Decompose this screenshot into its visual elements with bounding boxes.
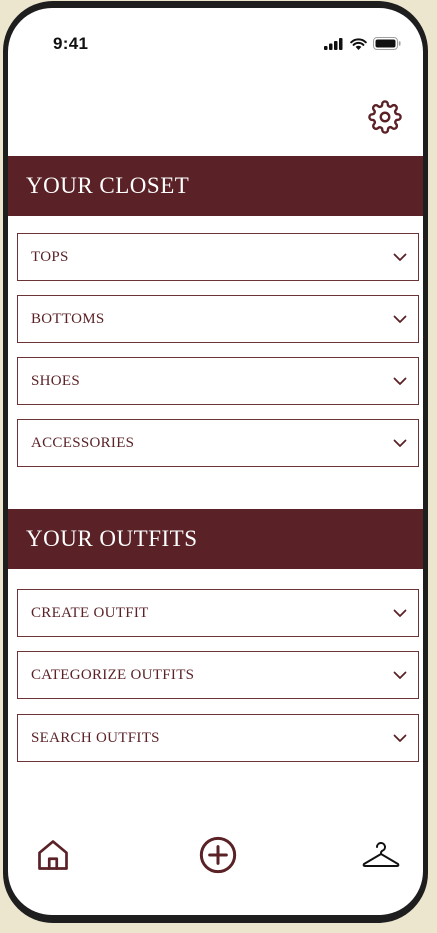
wifi-icon xyxy=(350,37,367,55)
signal-icon xyxy=(324,37,344,55)
closet-title: YOUR CLOSET xyxy=(26,173,190,198)
outfit-item-label: SEARCH OUTFITS xyxy=(31,729,160,746)
closet-item-accessories[interactable]: ACCESSORIES xyxy=(17,419,419,467)
chevron-down-icon xyxy=(392,311,408,327)
closet-item-label: ACCESSORIES xyxy=(31,434,135,451)
add-circle-icon xyxy=(198,835,238,880)
closet-item-label: TOPS xyxy=(31,248,69,265)
closet-item-label: SHOES xyxy=(31,372,81,389)
closet-item-tops[interactable]: TOPS xyxy=(17,233,419,281)
chevron-down-icon xyxy=(392,605,408,621)
outfits-section-header: YOUR OUTFITS xyxy=(8,509,423,569)
home-icon xyxy=(35,837,71,878)
settings-button[interactable] xyxy=(367,99,403,139)
status-bar: 9:41 xyxy=(8,8,423,68)
closet-section-header: YOUR CLOSET xyxy=(8,156,423,216)
nav-add-button[interactable] xyxy=(196,835,240,879)
chevron-down-icon xyxy=(392,435,408,451)
outfit-item-create[interactable]: CREATE OUTFIT xyxy=(17,589,419,637)
status-icons xyxy=(324,37,401,55)
nav-closet-button[interactable] xyxy=(359,835,403,879)
app-screen: 9:41 YOUR CLOSET TOPS BOTTOMS SHOES ACCE… xyxy=(8,8,423,915)
closet-item-label: BOTTOMS xyxy=(31,310,105,327)
hanger-icon xyxy=(361,839,401,876)
chevron-down-icon xyxy=(392,730,408,746)
closet-item-shoes[interactable]: SHOES xyxy=(17,357,419,405)
closet-item-bottoms[interactable]: BOTTOMS xyxy=(17,295,419,343)
nav-home-button[interactable] xyxy=(31,835,75,879)
outfit-item-search[interactable]: SEARCH OUTFITS xyxy=(17,714,419,762)
chevron-down-icon xyxy=(392,667,408,683)
bottom-nav xyxy=(8,805,423,915)
gear-icon xyxy=(368,99,402,139)
outfit-item-label: CATEGORIZE OUTFITS xyxy=(31,666,195,683)
outfits-title: YOUR OUTFITS xyxy=(26,526,198,551)
status-time: 9:41 xyxy=(53,34,89,53)
chevron-down-icon xyxy=(392,249,408,265)
phone-frame: 9:41 YOUR CLOSET TOPS BOTTOMS SHOES ACCE… xyxy=(3,1,428,923)
outfit-item-categorize[interactable]: CATEGORIZE OUTFITS xyxy=(17,651,419,699)
battery-icon xyxy=(373,37,401,55)
chevron-down-icon xyxy=(392,373,408,389)
outfit-item-label: CREATE OUTFIT xyxy=(31,604,149,621)
